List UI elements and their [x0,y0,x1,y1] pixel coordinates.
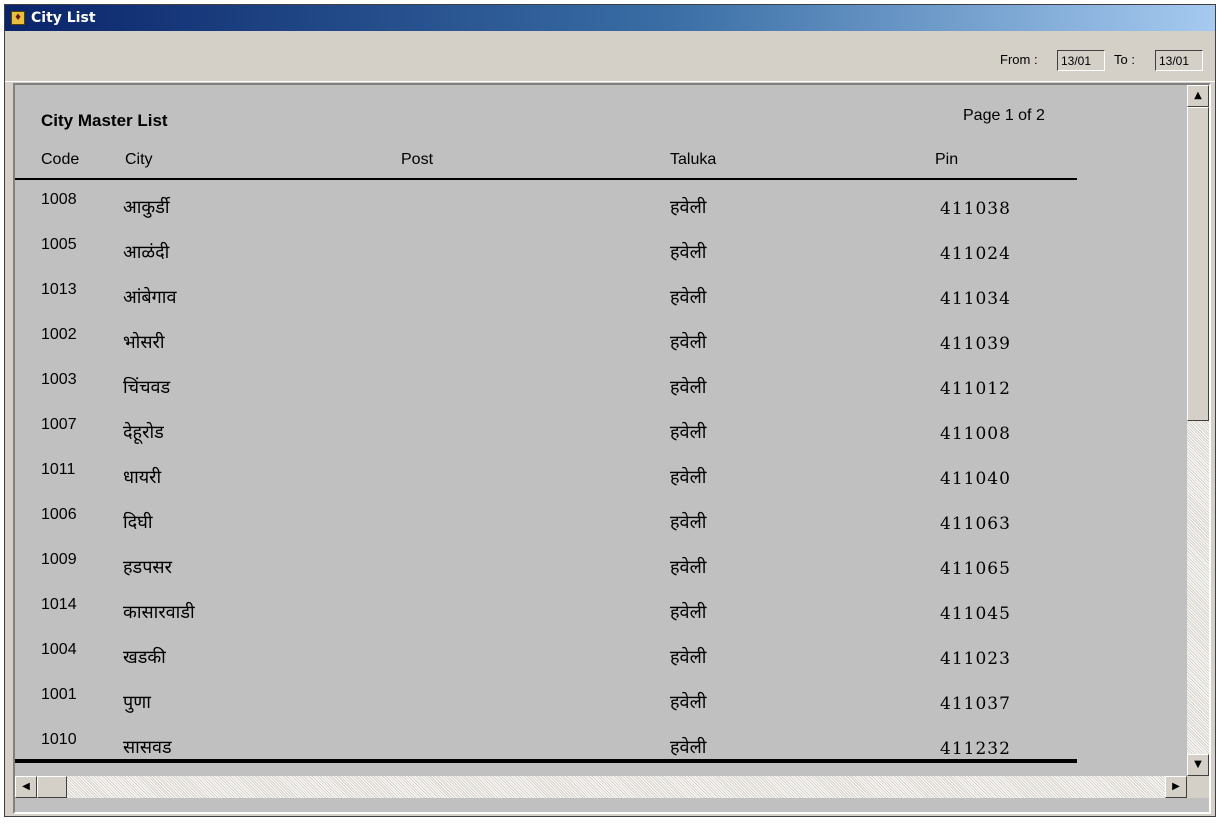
window-title: City List [31,10,96,26]
cell-code: 1001 [41,686,77,703]
cell-taluka: हवेली [670,422,707,443]
cell-code: 1003 [41,371,77,388]
cell-code: 1005 [41,236,77,253]
report-viewer: City Master List Page 1 of 2 Code City P… [13,83,1211,814]
cell-taluka: हवेली [670,242,707,263]
table-row: 1006 दिघी हवेली 411063 [15,506,1077,551]
cell-city: आकुर्डी [123,197,170,218]
footer-divider [15,759,1077,763]
cell-city: सासवड [123,737,172,758]
to-label: To : [1114,52,1135,67]
cell-code: 1011 [41,461,76,478]
cell-pin: 411024 [940,244,1011,264]
cell-code: 1006 [41,506,77,523]
cell-city: चिंचवड [123,377,171,398]
cell-taluka: हवेली [670,692,707,713]
horizontal-scrollbar[interactable]: ◀ ▶ [15,776,1187,798]
table-row: 1014 कासारवाडी हवेली 411045 [15,596,1077,641]
table-row: 1013 आंबेगाव हवेली 411034 [15,281,1077,326]
page-indicator: Page 1 of 2 [963,107,1045,124]
cell-code: 1013 [41,281,77,298]
title-bar[interactable]: ♦ City List [5,5,1215,31]
column-header-post: Post [401,151,434,168]
cell-pin: 411038 [940,199,1011,219]
table-row: 1005 आळंदी हवेली 411024 [15,236,1077,281]
cell-city: आळंदी [123,242,170,263]
to-date-field[interactable]: 13/01 [1155,50,1203,71]
table-row: 1007 देहूरोड हवेली 411008 [15,416,1077,461]
report-title: City Master List [41,111,168,130]
header-divider [15,178,1077,180]
cell-code: 1007 [41,416,77,433]
arrow-right-icon[interactable]: ▶ [1165,776,1187,798]
cell-pin: 411040 [940,469,1011,489]
cell-taluka: हवेली [670,377,707,398]
cell-city: भोसरी [123,332,165,353]
cell-city: दिघी [123,512,153,533]
cell-taluka: हवेली [670,287,707,308]
cell-pin: 411039 [940,334,1011,354]
column-header-pin: Pin [935,151,959,168]
cell-pin: 411065 [940,559,1011,579]
table-row: 1011 धायरी हवेली 411040 [15,461,1077,506]
table-row: 1009 हडपसर हवेली 411065 [15,551,1077,596]
cell-taluka: हवेली [670,332,707,353]
cell-code: 1009 [41,551,77,568]
cell-taluka: हवेली [670,602,707,623]
table-row: 1010 सासवड हवेली 411232 [15,731,1077,776]
date-range-toolbar: From : 13/01 To : 13/01 [5,31,1215,82]
horizontal-scroll-thumb[interactable] [37,776,67,798]
from-label: From : [1000,52,1038,67]
cell-city: धायरी [123,467,162,488]
column-header-city: City [125,151,153,168]
cell-code: 1008 [41,191,77,208]
cell-pin: 411045 [940,604,1011,624]
cell-taluka: हवेली [670,467,707,488]
cell-taluka: हवेली [670,197,707,218]
cell-pin: 411012 [940,379,1011,399]
cell-city: देहूरोड [123,422,164,443]
cell-city: पुणा [123,692,151,713]
arrow-left-icon[interactable]: ◀ [15,776,37,798]
arrow-up-icon[interactable]: ▲ [1187,85,1209,107]
cell-pin: 411037 [940,694,1011,714]
arrow-down-icon[interactable]: ▼ [1187,754,1209,776]
cell-taluka: हवेली [670,557,707,578]
cell-city: खडकी [123,647,166,668]
cell-taluka: हवेली [670,647,707,668]
cell-code: 1010 [41,731,77,748]
cell-pin: 411008 [940,424,1011,444]
table-row: 1003 चिंचवड हवेली 411012 [15,371,1077,416]
column-header-taluka: Taluka [670,151,717,168]
from-date-field[interactable]: 13/01 [1057,50,1105,71]
table-row: 1001 पुणा हवेली 411037 [15,686,1077,731]
city-list-window: ♦ City List From : 13/01 To : 13/01 City… [4,4,1216,817]
cell-taluka: हवेली [670,737,707,758]
cell-city: आंबेगाव [123,287,177,308]
cell-pin: 411023 [940,649,1011,669]
cell-city: कासारवाडी [123,602,195,623]
table-row: 1004 खडकी हवेली 411023 [15,641,1077,686]
vertical-scroll-thumb[interactable] [1187,107,1209,421]
cell-city: हडपसर [123,557,172,578]
cell-pin: 411232 [940,739,1011,759]
cell-pin: 411063 [940,514,1011,534]
column-header-code: Code [41,151,80,168]
cell-taluka: हवेली [670,512,707,533]
report-page: City Master List Page 1 of 2 Code City P… [15,85,1187,776]
scrollbar-corner [1187,776,1209,798]
table-row: 1008 आकुर्डी हवेली 411038 [15,191,1077,236]
table-row: 1002 भोसरी हवेली 411039 [15,326,1077,371]
cell-code: 1014 [41,596,77,613]
vertical-scrollbar[interactable]: ▲ ▼ [1187,85,1209,776]
cell-code: 1004 [41,641,77,658]
cell-pin: 411034 [940,289,1011,309]
cell-code: 1002 [41,326,77,343]
app-icon[interactable]: ♦ [11,11,25,25]
